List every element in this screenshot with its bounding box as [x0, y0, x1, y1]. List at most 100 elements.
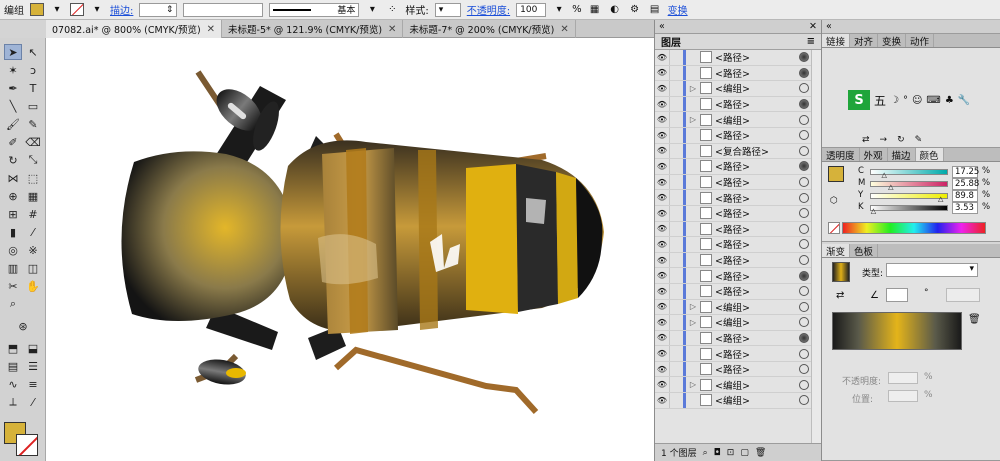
- gradient-type-dropdown[interactable]: ▾: [886, 263, 978, 277]
- layer-row[interactable]: 👁 <路径>: [655, 221, 821, 238]
- target-circle-icon[interactable]: [799, 364, 809, 375]
- artboard-canvas[interactable]: [46, 38, 654, 461]
- lock-toggle[interactable]: [669, 283, 679, 299]
- skin-icon[interactable]: ♣: [945, 95, 954, 106]
- visibility-eye-icon[interactable]: 👁: [655, 240, 669, 249]
- layer-row[interactable]: 👁 <路径>: [655, 237, 821, 253]
- layer-name[interactable]: <路径>: [715, 331, 799, 345]
- channel-slider[interactable]: [870, 193, 948, 199]
- lock-toggle[interactable]: [669, 237, 679, 252]
- layer-name[interactable]: <路径>: [715, 222, 799, 236]
- measure-icon[interactable]: ⟂: [4, 394, 22, 410]
- lock-toggle[interactable]: [669, 315, 679, 330]
- aspect-ratio-field[interactable]: [946, 288, 980, 302]
- none-color-icon[interactable]: [828, 222, 840, 234]
- layer-name[interactable]: <编组>: [715, 315, 799, 329]
- direct-selection-tool-icon[interactable]: ↖: [24, 44, 42, 60]
- layer-row[interactable]: 👁 <路径>: [655, 174, 821, 191]
- delete-icon[interactable]: 🗑: [755, 448, 766, 458]
- moon-icon[interactable]: ☽: [890, 95, 899, 106]
- visibility-eye-icon[interactable]: 👁: [655, 53, 669, 62]
- stroke-color-box[interactable]: [16, 434, 38, 456]
- edit-original-icon[interactable]: ✎: [915, 135, 923, 145]
- layer-name[interactable]: <编组>: [715, 393, 799, 407]
- target-circle-icon[interactable]: [799, 145, 809, 156]
- visibility-eye-icon[interactable]: 👁: [655, 209, 669, 218]
- paintbrush-tool-icon[interactable]: 🖌: [4, 116, 22, 132]
- close-icon[interactable]: ✕: [388, 24, 396, 35]
- perspective-grid-tool-icon[interactable]: ⊞: [4, 206, 22, 222]
- layer-name[interactable]: <路径>: [715, 175, 799, 189]
- stroke-options-icon[interactable]: ⁘: [385, 3, 399, 17]
- eraser-tool-icon[interactable]: ⌫: [24, 134, 42, 150]
- slice-tool-icon[interactable]: ✂: [4, 278, 22, 294]
- gradient-preview[interactable]: [832, 262, 850, 282]
- zoom-tool-icon[interactable]: ⌕: [4, 296, 22, 312]
- lock-toggle[interactable]: [669, 268, 679, 283]
- arrange-documents-icon[interactable]: ▦: [588, 3, 602, 17]
- pen-tool-icon[interactable]: ✒: [4, 80, 22, 96]
- gradient-opacity-field[interactable]: [888, 372, 918, 384]
- layer-name[interactable]: <编组>: [715, 378, 799, 392]
- type-tool-icon[interactable]: T: [24, 80, 42, 96]
- lock-toggle[interactable]: [669, 252, 679, 268]
- lock-toggle[interactable]: [669, 330, 679, 346]
- grid-icon[interactable]: ▤: [648, 3, 662, 17]
- close-icon[interactable]: ✕: [809, 21, 817, 32]
- expand-triangle-icon[interactable]: ▷: [686, 380, 700, 389]
- layer-name[interactable]: <路径>: [715, 159, 799, 173]
- collapse-icon[interactable]: «: [659, 21, 665, 32]
- layer-name[interactable]: <路径>: [715, 284, 799, 298]
- make-clipping-mask-icon[interactable]: ◘: [714, 448, 721, 458]
- layer-row[interactable]: 👁 <路径>: [655, 96, 821, 113]
- layer-row[interactable]: 👁 ▷ <编组>: [655, 377, 821, 394]
- channel-slider-handle[interactable]: △: [871, 207, 876, 215]
- mesh-tool-icon[interactable]: #: [24, 206, 42, 222]
- relink-icon[interactable]: ⇄: [862, 135, 870, 145]
- lock-toggle[interactable]: [669, 299, 679, 315]
- lock-toggle[interactable]: [669, 393, 679, 408]
- layer-name[interactable]: <路径>: [715, 128, 799, 142]
- target-circle-icon[interactable]: [799, 161, 809, 172]
- doc-tab-2[interactable]: 未标题-5* @ 121.9% (CMYK/预览) ✕: [222, 20, 404, 38]
- tab-stroke[interactable]: 描边: [888, 148, 916, 162]
- lock-toggle[interactable]: [669, 50, 679, 65]
- layer-name[interactable]: <路径>: [715, 206, 799, 220]
- channel-value[interactable]: 25.88: [952, 178, 979, 190]
- lock-toggle[interactable]: [669, 174, 679, 190]
- layer-row[interactable]: 👁 <路径>: [655, 127, 821, 144]
- dropdown-arrow-icon[interactable]: ▾: [90, 3, 104, 17]
- layer-name[interactable]: <路径>: [715, 269, 799, 283]
- scale-tool-icon[interactable]: ⤡: [24, 152, 42, 168]
- tab-transparency[interactable]: 透明度: [822, 148, 860, 162]
- lock-toggle[interactable]: [669, 112, 679, 127]
- target-circle-icon[interactable]: [799, 395, 809, 406]
- dropdown-arrow-icon[interactable]: ▾: [552, 3, 566, 17]
- opacity-field[interactable]: 100: [516, 2, 547, 17]
- target-circle-icon[interactable]: [799, 255, 809, 266]
- brush-definition-field[interactable]: 基本: [269, 2, 360, 17]
- selection-tool-icon[interactable]: ➤: [4, 44, 22, 60]
- new-layer-icon[interactable]: ▢: [740, 448, 749, 458]
- fill-swatch[interactable]: [30, 3, 44, 16]
- width-tool-icon[interactable]: ⋈: [4, 170, 22, 186]
- update-link-icon[interactable]: ↻: [897, 135, 905, 145]
- visibility-eye-icon[interactable]: 👁: [655, 224, 669, 233]
- list-icon[interactable]: ☰: [24, 358, 42, 374]
- layer-name[interactable]: <路径>: [715, 50, 799, 64]
- lock-toggle[interactable]: [669, 361, 679, 377]
- target-circle-icon[interactable]: [799, 192, 809, 203]
- layer-name[interactable]: <编组>: [715, 300, 799, 314]
- ime-mode-label[interactable]: 五: [874, 92, 886, 109]
- visibility-eye-icon[interactable]: 👁: [655, 396, 669, 405]
- visibility-eye-icon[interactable]: 👁: [655, 162, 669, 171]
- lock-toggle[interactable]: [669, 143, 679, 159]
- layer-row[interactable]: 👁 <路径>: [655, 330, 821, 347]
- target-circle-icon[interactable]: [799, 270, 809, 281]
- channel-slider[interactable]: [870, 181, 948, 187]
- free-transform-tool-icon[interactable]: ⬚: [24, 170, 42, 186]
- layer-row[interactable]: 👁 <路径>: [655, 190, 821, 206]
- target-circle-icon[interactable]: [799, 332, 809, 343]
- draw-normal-icon[interactable]: ⬒: [4, 340, 22, 356]
- opacity-link[interactable]: 不透明度:: [467, 2, 510, 17]
